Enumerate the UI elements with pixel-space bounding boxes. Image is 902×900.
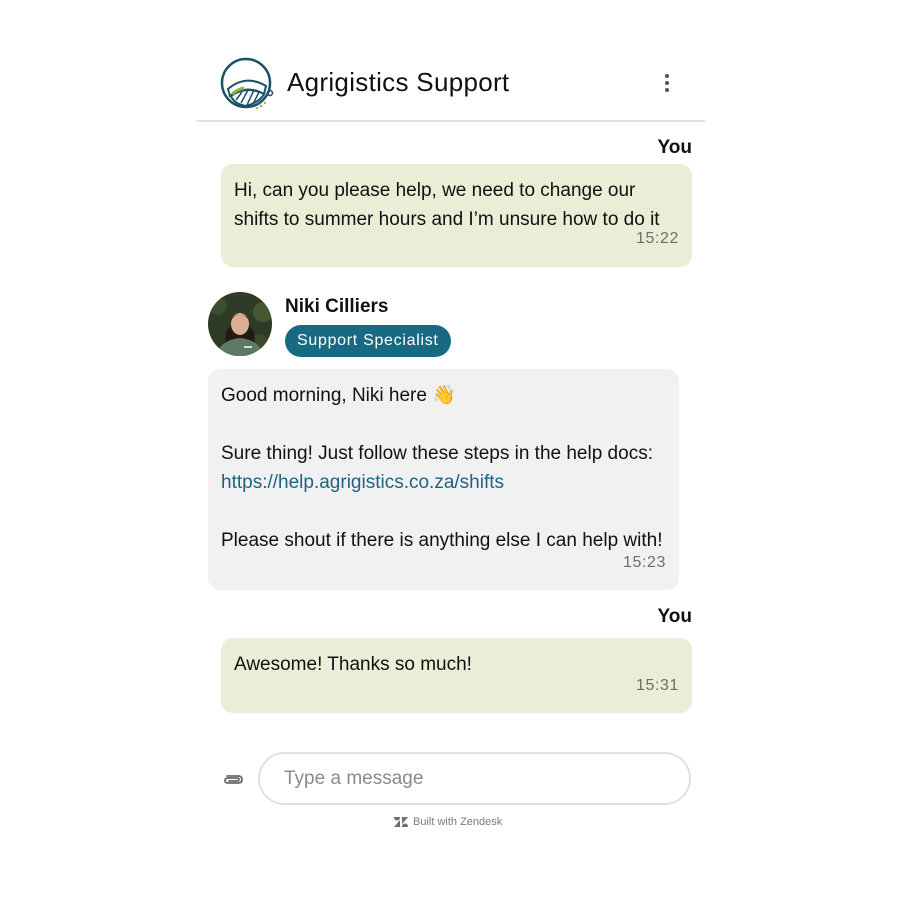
footer-text: Built with Zendesk [413,816,503,828]
sender-label-you: You [657,606,692,627]
zendesk-branding-link[interactable]: Built with Zendesk [393,816,502,832]
sender-label-you: You [657,137,692,158]
message-input[interactable] [284,766,664,792]
message-text: Awesome! Thanks so much! [234,654,472,675]
user-message-bubble: Awesome! Thanks so much! 15:31 [221,638,692,713]
message-text: Hi, can you please help, we need to chan… [234,180,660,230]
paperclip-icon[interactable] [222,767,246,791]
user-message-bubble: Hi, can you please help, we need to chan… [221,164,692,267]
agent-avatar [208,292,272,356]
message-timestamp: 15:23 [622,554,666,571]
message-text-greeting: Good morning, Niki here 👋 [221,385,456,406]
help-docs-link[interactable]: https://help.agrigistics.co.za/shifts [221,468,666,497]
agent-name: Niki Cilliers [285,296,389,317]
agent-role-badge: Support Specialist [285,325,451,357]
agrigistics-logo-icon [220,56,276,112]
chat-title: Agrigistics Support [287,67,510,97]
agent-message-bubble: Good morning, Niki here 👋 Sure thing! Ju… [208,369,679,590]
message-text-instructions: Sure thing! Just follow these steps in t… [221,443,653,464]
message-text-closing: Please shout if there is anything else I… [221,530,663,551]
chat-header: Agrigistics Support [196,40,705,122]
chat-widget: Agrigistics Support You Hi, can you plea… [196,40,705,860]
message-timestamp: 15:22 [635,230,679,247]
message-timestamp: 15:31 [635,677,679,694]
zendesk-logo-icon [394,817,408,827]
message-input-container[interactable] [258,752,691,805]
more-vertical-icon[interactable] [654,70,680,96]
